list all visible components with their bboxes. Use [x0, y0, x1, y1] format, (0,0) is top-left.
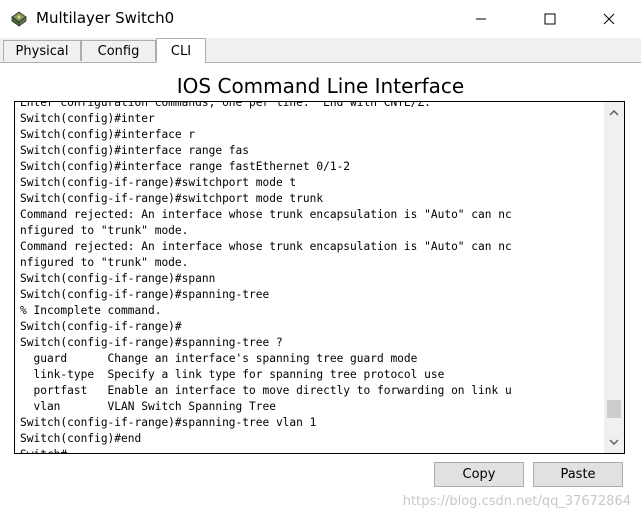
terminal-line: portfast Enable an interface to move dir… — [20, 384, 512, 397]
window-title: Multilayer Switch0 — [36, 9, 175, 27]
tab-physical[interactable]: Physical — [3, 40, 81, 61]
terminal-line: Switch(config-if-range)#spanning-tree ? — [20, 336, 283, 349]
tab-cli[interactable]: CLI — [156, 38, 206, 63]
terminal-line: Switch(config)#interface range fas — [20, 144, 250, 157]
scrollbar-thumb[interactable] — [607, 400, 621, 418]
cli-terminal[interactable]: Enter configuration commands, one per li… — [14, 101, 625, 454]
terminal-line: nfigured to "trunk" mode. — [20, 256, 189, 269]
tab-bar: Physical Config CLI — [0, 38, 641, 63]
chevron-up-icon — [609, 110, 619, 116]
terminal-line: Switch(config-if-range)#spanning-tree — [20, 288, 270, 301]
terminal-line: guard Change an interface's spanning tre… — [20, 352, 418, 365]
copy-button[interactable]: Copy — [434, 462, 524, 487]
watermark: https://blog.csdn.net/qq_37672864 — [402, 494, 631, 509]
minimize-button[interactable] — [458, 0, 504, 38]
terminal-line: Command rejected: An interface whose tru… — [20, 208, 512, 221]
terminal-line: Switch(config)#interface r — [20, 128, 196, 141]
terminal-line: vlan VLAN Switch Spanning Tree — [20, 400, 276, 413]
title-bar: Multilayer Switch0 — [0, 0, 641, 38]
terminal-line: Switch(config-if-range)#switchport mode … — [20, 176, 297, 189]
scroll-up-button[interactable] — [604, 104, 624, 122]
terminal-line: Switch(config-if-range)#spanning-tree vl… — [20, 416, 317, 429]
terminal-line: Switch(config-if-range)#spann — [20, 272, 216, 285]
scroll-down-button[interactable] — [604, 433, 624, 451]
multilayer-switch-icon — [11, 11, 27, 27]
terminal-line: % Incomplete command. — [20, 304, 162, 317]
close-icon — [603, 13, 615, 25]
terminal-line: Switch(config-if-range)# — [20, 320, 182, 333]
cli-heading: IOS Command Line Interface — [176, 74, 465, 98]
close-button[interactable] — [586, 0, 632, 38]
maximize-icon — [544, 13, 556, 25]
terminal-line: Switch(config)#interface range fastEther… — [20, 160, 351, 173]
terminal-line: Command rejected: An interface whose tru… — [20, 240, 512, 253]
terminal-output: Enter configuration commands, one per li… — [20, 101, 603, 453]
tab-config[interactable]: Config — [81, 40, 156, 61]
terminal-line: Enter configuration commands, one per li… — [20, 101, 431, 109]
terminal-line: Switch(config)#end — [20, 432, 142, 445]
terminal-line: Switch# — [20, 447, 603, 453]
terminal-line: Switch(config-if-range)#switchport mode … — [20, 192, 324, 205]
terminal-line: Switch(config)#inter — [20, 112, 155, 125]
chevron-down-icon — [609, 439, 619, 445]
maximize-button[interactable] — [527, 0, 573, 38]
paste-button[interactable]: Paste — [533, 462, 623, 487]
terminal-line: link-type Specify a link type for spanni… — [20, 368, 445, 381]
vertical-scrollbar[interactable] — [604, 102, 624, 453]
minimize-icon — [476, 18, 486, 20]
terminal-line: nfigured to "trunk" mode. — [20, 224, 189, 237]
